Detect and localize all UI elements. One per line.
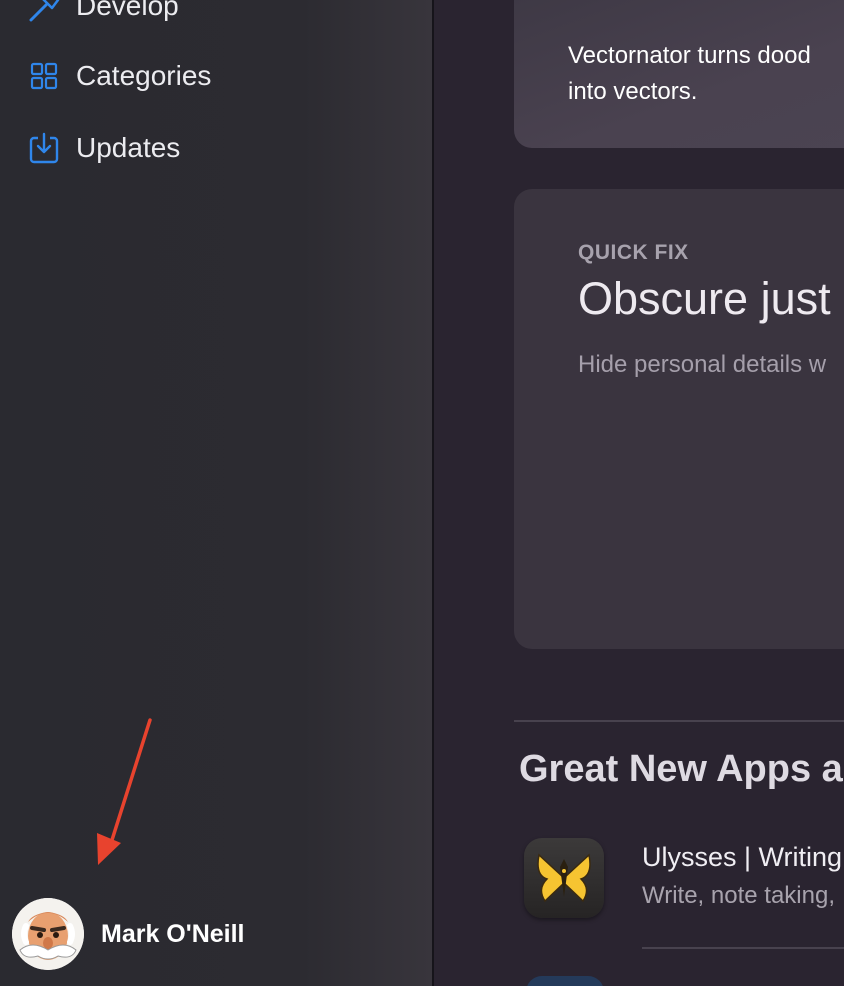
section-divider [514, 720, 844, 722]
card-description-line-2: into vectors. [568, 78, 698, 105]
butterfly-icon[interactable] [524, 838, 604, 918]
sidebar-item-label: Categories [76, 60, 212, 91]
section-title[interactable]: Great New Apps ar [519, 748, 844, 791]
quick-fix-card[interactable]: QUICK FIX Obscure just Hide personal det… [514, 189, 844, 649]
featured-card-vectornator[interactable]: Vectornator turns dood into vectors. [514, 0, 844, 148]
app-icon[interactable] [526, 976, 604, 986]
card-title: Obscure just [578, 273, 831, 324]
user-name: Mark O'Neill [101, 919, 245, 948]
user-account[interactable]: Mark O'Neill [12, 898, 245, 970]
avatar [12, 898, 84, 970]
hammer-icon [28, 0, 60, 22]
arrow-annotation-icon [97, 718, 152, 865]
app-name[interactable]: Ulysses | Writing [642, 842, 842, 873]
card-description-line-1: Vectornator turns dood [568, 42, 811, 69]
list-divider [642, 947, 844, 949]
sidebar-item-label: Updates [76, 132, 181, 163]
app-description: Write, note taking, [642, 882, 835, 909]
sidebar: Develop Categories Updates Mark O'Neill [0, 0, 434, 986]
grid-icon [28, 60, 60, 92]
card-eyebrow: QUICK FIX [578, 241, 689, 264]
sidebar-item-categories[interactable]: Categories [28, 56, 211, 96]
sidebar-item-develop[interactable]: Develop [28, 0, 179, 26]
sidebar-item-updates[interactable]: Updates [28, 128, 180, 168]
card-subtitle: Hide personal details w [578, 351, 827, 378]
download-icon [28, 132, 60, 164]
card-description: Vectornator turns dood into vectors. [568, 38, 844, 110]
main-content: Vectornator turns dood into vectors. QUI… [434, 0, 844, 986]
sidebar-item-label: Develop [76, 0, 179, 21]
